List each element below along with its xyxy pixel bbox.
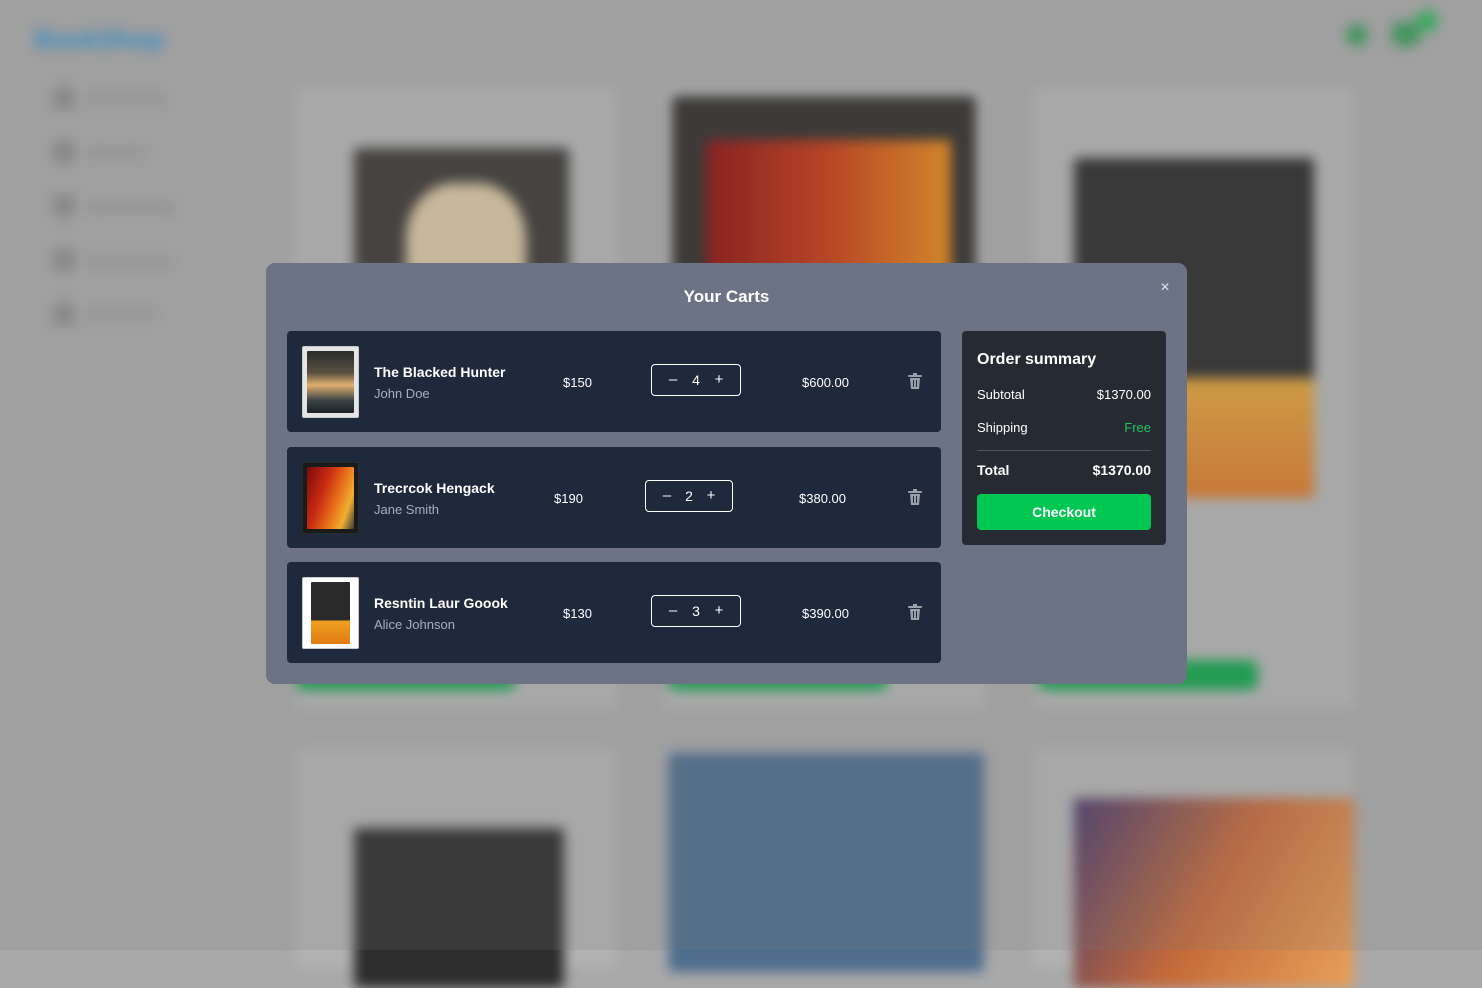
trash-icon[interactable] <box>907 604 923 621</box>
trash-icon[interactable] <box>907 373 923 390</box>
increase-quantity-button[interactable]: + <box>703 487 719 505</box>
book-thumbnail <box>302 462 359 534</box>
quantity-stepper: – 4 + <box>651 364 741 396</box>
increase-quantity-button[interactable]: + <box>711 602 727 620</box>
modal-title: Your Carts <box>683 287 770 306</box>
cart-item: The Blacked Hunter John Doe $150 – 4 + $… <box>287 331 941 432</box>
quantity-stepper: – 2 + <box>645 480 733 512</box>
item-subtotal: $600.00 <box>802 375 849 390</box>
item-title: The Blacked Hunter <box>374 364 506 380</box>
shipping-label: Shipping <box>977 420 1028 435</box>
checkout-button[interactable]: Checkout <box>977 494 1151 530</box>
subtotal-value: $1370.00 <box>1096 387 1151 402</box>
summary-title: Order summary <box>977 351 1097 368</box>
book-thumbnail <box>302 346 359 418</box>
cart-item: Resntin Laur Goook Alice Johnson $130 – … <box>287 562 941 663</box>
quantity-stepper: – 3 + <box>651 595 741 627</box>
order-summary: Order summary Subtotal $1370.00 Shipping… <box>962 331 1166 545</box>
shipping-value: Free <box>1124 420 1151 435</box>
total-row: Total $1370.00 <box>977 462 1151 480</box>
item-subtotal: $380.00 <box>799 491 846 506</box>
item-price: $190 <box>554 491 583 506</box>
item-author: John Doe <box>374 386 430 401</box>
quantity-value: 2 <box>685 488 693 504</box>
cart-item: Trecrcok Hengack Jane Smith $190 – 2 + $… <box>287 447 941 548</box>
trash-icon[interactable] <box>907 489 923 506</box>
summary-divider <box>977 450 1151 451</box>
item-price: $130 <box>563 606 592 621</box>
item-author: Alice Johnson <box>374 617 455 632</box>
book-thumbnail <box>302 577 359 649</box>
shipping-row: Shipping Free <box>977 420 1151 438</box>
subtotal-label: Subtotal <box>977 387 1025 402</box>
item-author: Jane Smith <box>374 502 440 517</box>
item-title: Resntin Laur Goook <box>374 595 508 611</box>
cart-modal: Your Carts × The Blacked Hunter John Doe… <box>266 263 1187 684</box>
total-label: Total <box>977 462 1010 478</box>
increase-quantity-button[interactable]: + <box>711 371 727 389</box>
item-title: Trecrcok Hengack <box>374 480 495 496</box>
item-price: $150 <box>563 375 592 390</box>
total-value: $1370.00 <box>1092 462 1151 478</box>
item-subtotal: $390.00 <box>802 606 849 621</box>
subtotal-row: Subtotal $1370.00 <box>977 387 1151 405</box>
close-icon[interactable]: × <box>1158 280 1172 296</box>
